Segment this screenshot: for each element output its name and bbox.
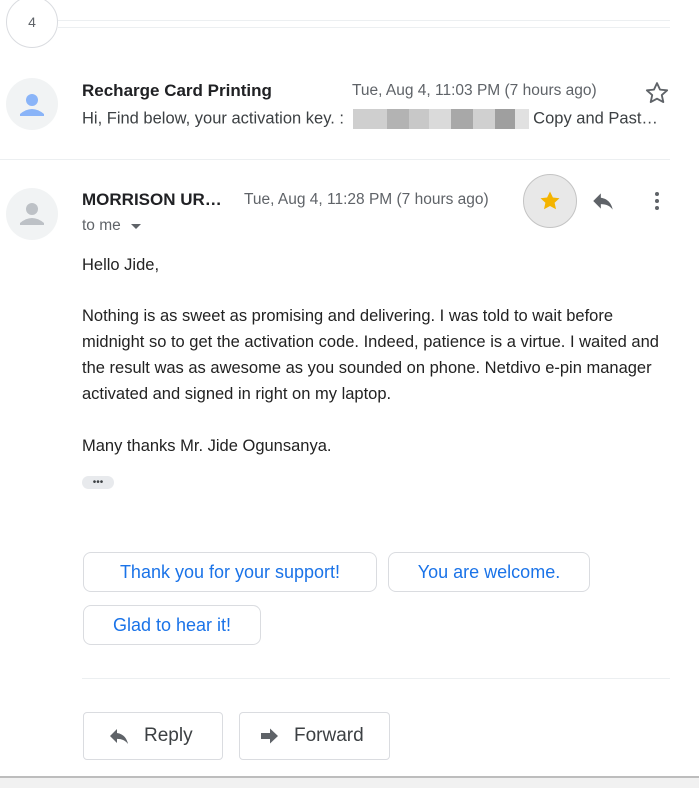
window-bottom-edge	[0, 776, 699, 788]
message-date: Tue, Aug 4, 11:28 PM (7 hours ago)	[244, 191, 489, 208]
message-date: Tue, Aug 4, 11:03 PM (7 hours ago)	[352, 82, 597, 99]
caret-down-icon	[130, 224, 141, 229]
recipient-details[interactable]: to me	[82, 217, 147, 235]
thread-divider	[58, 20, 670, 21]
reply-icon[interactable]	[589, 188, 617, 219]
sender-name: Recharge Card Printing	[82, 81, 272, 100]
message-collapsed[interactable]: Recharge Card Printing Tue, Aug 4, 11:03…	[0, 60, 699, 160]
message-divider	[0, 159, 670, 160]
reply-icon	[110, 729, 128, 744]
message-greeting: Hello Jide,	[82, 256, 160, 274]
smart-reply-chip[interactable]: Glad to hear it!	[83, 605, 261, 645]
redacted-activation-key	[352, 109, 529, 129]
thread-divider	[58, 27, 670, 28]
smart-reply-chip[interactable]: Thank you for your support!	[83, 552, 377, 592]
forward-button[interactable]: Forward	[239, 712, 390, 760]
person-icon	[20, 94, 44, 116]
star-filled-icon	[540, 191, 560, 210]
message-closing: Many thanks Mr. Jide Ogunsanya.	[82, 437, 332, 455]
snippet-text-end: Copy and Past…	[533, 109, 658, 128]
star-outline-icon[interactable]	[643, 79, 671, 112]
sender-avatar	[6, 188, 58, 240]
reply-button[interactable]: Reply	[83, 712, 223, 760]
forward-label: Forward	[294, 725, 364, 746]
reply-label: Reply	[144, 725, 193, 746]
snippet-text: Hi, Find below, your activation key. :	[82, 109, 344, 128]
message-body: Nothing is as sweet as promising and del…	[82, 307, 659, 403]
smart-reply-chip[interactable]: You are welcome.	[388, 552, 590, 592]
sender-name[interactable]: MORRISON UR…	[82, 190, 222, 210]
show-trimmed-content[interactable]: •••	[82, 476, 114, 489]
recipient-label: to me	[82, 217, 121, 234]
sender-avatar	[6, 78, 58, 130]
collapsed-count-label: 4	[28, 14, 36, 30]
message-snippet: Hi, Find below, your activation key. : C…	[82, 109, 672, 129]
star-button[interactable]	[523, 174, 577, 228]
more-vert-icon[interactable]	[645, 188, 669, 219]
collapsed-messages-count[interactable]: 4	[6, 0, 58, 48]
section-divider	[82, 678, 670, 679]
forward-icon	[261, 728, 278, 744]
person-icon	[20, 203, 44, 225]
